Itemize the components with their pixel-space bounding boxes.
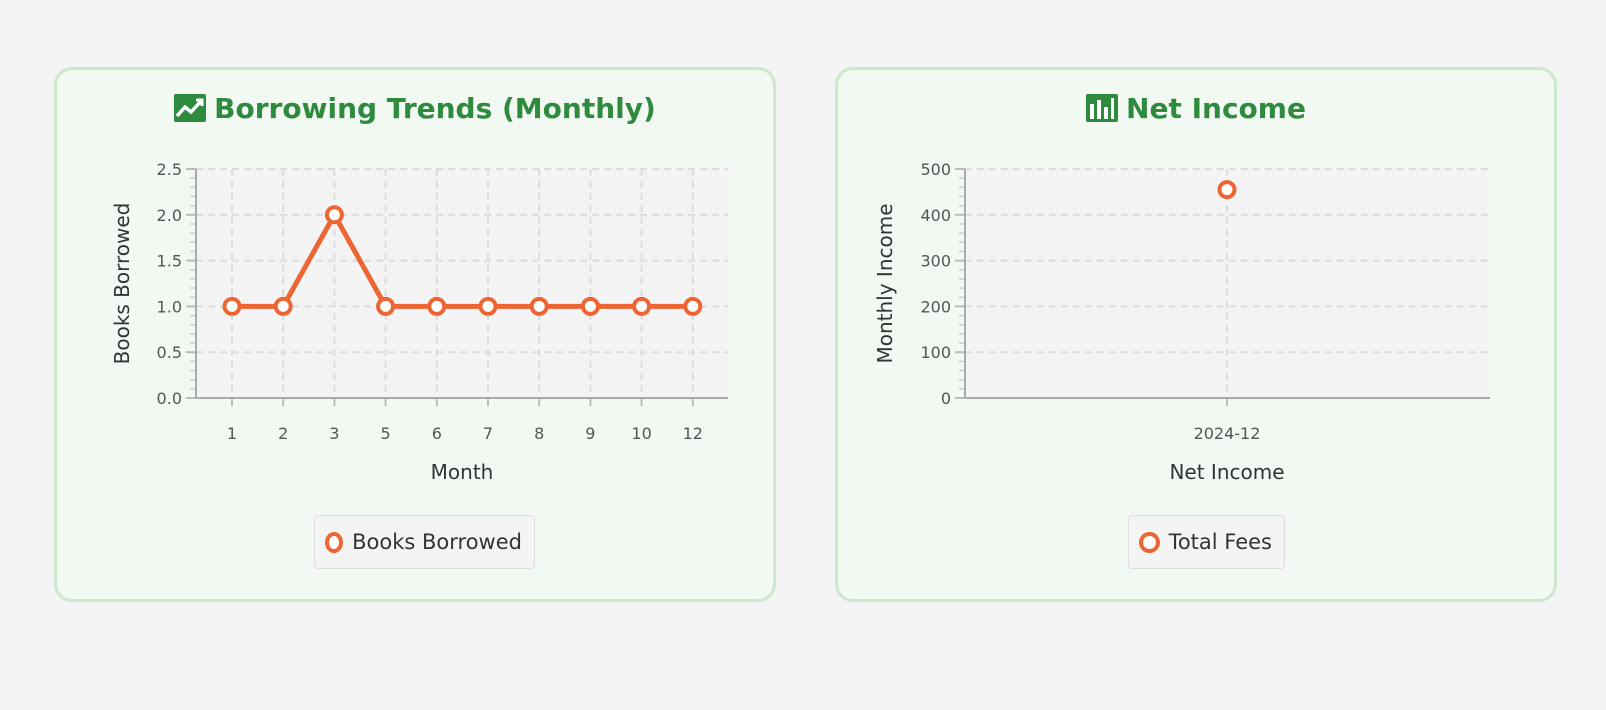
x-tick-label: 9 xyxy=(585,424,595,443)
legend-label: Total Fees xyxy=(1168,530,1272,554)
borrowing-trends-card: Borrowing Trends (Monthly) 0.0 0.5 1.0 1.5 2… xyxy=(54,67,776,602)
data-point xyxy=(324,205,344,225)
data-point xyxy=(478,296,498,316)
x-tick-label: 2 xyxy=(278,424,288,443)
y-tick-label: 1.5 xyxy=(157,252,182,271)
x-axis-label: Net Income xyxy=(1169,460,1284,484)
data-point xyxy=(580,296,600,316)
y-axis-label: Books Borrowed xyxy=(110,203,134,365)
y-tick-label: 1.0 xyxy=(157,297,182,316)
borrowing-trends-chart: 0.00.51.01.52.02.51 2 3 5 6 7 8 9 10 12MonthBooks… xyxy=(110,160,728,484)
legend-marker xyxy=(325,531,344,553)
data-point xyxy=(632,296,652,316)
y-tick-label: 100 xyxy=(920,343,951,362)
x-tick-label: 2024-12 xyxy=(1194,424,1261,443)
data-point xyxy=(529,296,549,316)
x-tick-label: 3 xyxy=(329,424,339,443)
x-tick-label: 1 xyxy=(227,424,237,443)
x-tick-label: 6 xyxy=(432,424,442,443)
y-tick-label: 2.0 xyxy=(157,206,182,225)
x-tick-label: 8 xyxy=(534,424,544,443)
x-axis-label: Month xyxy=(431,460,494,484)
x-tick-label: 12 xyxy=(683,424,703,443)
y-tick-label: 500 xyxy=(920,160,951,179)
y-tick-label: 0.0 xyxy=(157,389,182,408)
data-point xyxy=(273,296,293,316)
data-point xyxy=(222,296,242,316)
net-income-chart: 0 100 200 300 400 500 2024-12 Net Income Monthly… xyxy=(873,160,1490,484)
x-tick-label: 5 xyxy=(381,424,391,443)
y-tick-label: 2.5 xyxy=(157,160,182,179)
legend-label: Books Borrowed xyxy=(352,530,522,554)
x-tick-label: 7 xyxy=(483,424,493,443)
chart-legend[interactable]: Books Borrowed xyxy=(314,515,535,569)
y-tick-label: 200 xyxy=(920,297,951,316)
y-tick-label: 300 xyxy=(920,252,951,271)
y-tick-label: 0 xyxy=(941,389,951,408)
y-tick-label: 400 xyxy=(920,206,951,225)
y-tick-label: 0.5 xyxy=(157,343,182,362)
data-point xyxy=(376,296,396,316)
chart-legend[interactable]: Total Fees xyxy=(1128,515,1285,569)
plot-area xyxy=(196,169,728,398)
legend-marker xyxy=(1139,531,1160,553)
y-axis-label: Monthly Income xyxy=(873,203,897,363)
net-income-card: Net Income 0 100 200 300 400 500 2024-12 Net In… xyxy=(835,67,1557,602)
x-tick-label: 10 xyxy=(631,424,651,443)
data-point xyxy=(1217,180,1237,200)
data-point xyxy=(683,296,703,316)
data-point xyxy=(427,296,447,316)
